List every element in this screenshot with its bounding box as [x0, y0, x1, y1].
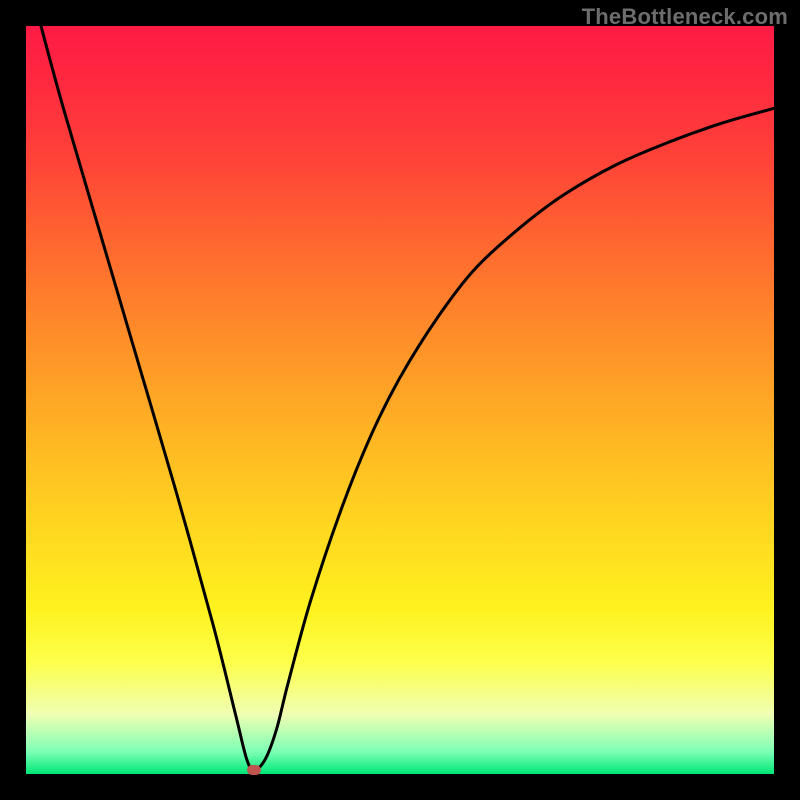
chart-frame: TheBottleneck.com [0, 0, 800, 800]
bottleneck-curve [26, 26, 774, 774]
optimum-marker [247, 765, 261, 775]
plot-area [26, 26, 774, 774]
watermark-text: TheBottleneck.com [582, 4, 788, 30]
